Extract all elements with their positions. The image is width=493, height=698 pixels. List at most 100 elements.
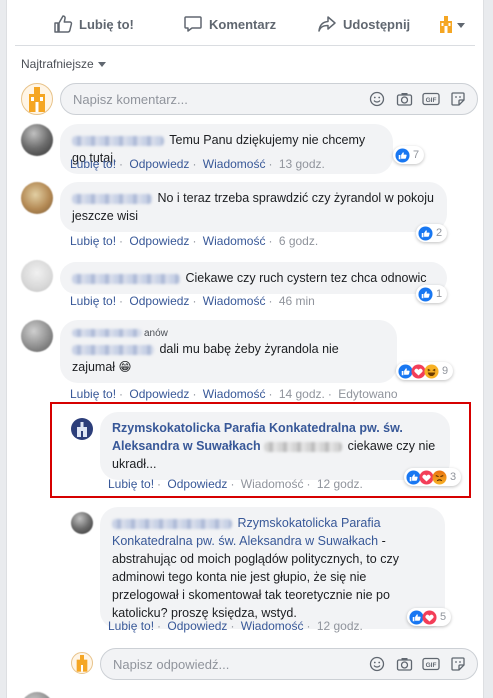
- reaction-summary[interactable]: 9: [396, 362, 454, 380]
- composer-tools: GIF: [368, 655, 467, 673]
- reaction-summary[interactable]: 3: [404, 468, 462, 486]
- commenter-avatar[interactable]: [21, 692, 53, 698]
- reply-like-link[interactable]: Lubię to!: [108, 619, 154, 633]
- reply-bubble: Rzymskokatolicka Parafia Konkatedralna p…: [100, 507, 445, 629]
- reaction-summary[interactable]: 2: [416, 224, 448, 242]
- comment-like-link[interactable]: Lubię to!: [70, 294, 116, 308]
- comment-input[interactable]: Napisz komentarz... GIF: [60, 83, 478, 115]
- comment-text: Ciekawe czy ruch cystern tez chca odnowi…: [185, 271, 427, 285]
- commenter-name-blurred[interactable]: [72, 344, 154, 355]
- reaction-summary[interactable]: 7: [393, 146, 425, 164]
- reaction-count: 2: [436, 227, 443, 239]
- svg-text:GIF: GIF: [426, 662, 437, 669]
- comment-bubble: anów dali mu babę żeby żyrandola nie zaj…: [60, 320, 397, 383]
- church-logo-icon: [29, 87, 45, 112]
- gif-icon[interactable]: GIF: [422, 655, 440, 673]
- mentioned-name-blurred[interactable]: [264, 441, 343, 452]
- page-avatar: [71, 652, 93, 674]
- love-reaction-icon: [422, 609, 437, 625]
- comment-time[interactable]: 14 godz.: [279, 387, 325, 401]
- comment-icon: [184, 16, 202, 32]
- sticker-icon[interactable]: [449, 90, 467, 108]
- commenter-name-blurred[interactable]: [72, 135, 164, 146]
- comment-time[interactable]: 6 godz.: [279, 234, 318, 248]
- like-button-label: Lubię to!: [79, 16, 134, 32]
- haha-reaction-icon: [424, 363, 439, 379]
- emoji-icon[interactable]: [368, 90, 386, 108]
- comment-meta: Lubię to! · Odpowiedz · Wiadomość · 13 godz…: [70, 157, 325, 171]
- comment-reply-link[interactable]: Odpowiedz: [129, 294, 189, 308]
- commenter-avatar[interactable]: [71, 512, 93, 534]
- commenter-name-blurred[interactable]: [112, 518, 232, 529]
- comment-input-placeholder: Napisz komentarz...: [73, 91, 188, 107]
- share-button-label: Udostępnij: [343, 16, 411, 32]
- reaction-summary[interactable]: 1: [416, 285, 448, 303]
- page-avatar: [21, 83, 53, 115]
- comment-like-link[interactable]: Lubię to!: [70, 234, 116, 248]
- comment-button[interactable]: Komentarz: [183, 14, 276, 34]
- commenter-avatar[interactable]: [21, 320, 53, 352]
- reply-reply-link[interactable]: Odpowiedz: [167, 619, 227, 633]
- emoji-icon[interactable]: [368, 655, 386, 673]
- page-avatar[interactable]: [71, 418, 93, 440]
- sort-label: Najtrafniejsze: [21, 57, 94, 71]
- comment-like-link[interactable]: Lubię to!: [70, 387, 116, 401]
- reply-time[interactable]: 12 godz.: [317, 619, 363, 633]
- reply-bubble: Rzymskokatolicka Parafia Konkatedralna p…: [100, 412, 450, 480]
- comment-meta: Lubię to! · Odpowiedz · Wiadomość · 6 godz.: [70, 234, 319, 248]
- reply-input[interactable]: Napisz odpowiedź... GIF: [100, 648, 478, 680]
- commenter-name-row: anów: [72, 327, 385, 340]
- comment-reply-link[interactable]: Odpowiedz: [129, 157, 189, 171]
- comment-edited-label[interactable]: Edytowano: [338, 387, 397, 401]
- commenter-name-suffix: anów: [144, 328, 168, 339]
- comment-message-link[interactable]: Wiadomość: [203, 234, 266, 248]
- comment-reply-link[interactable]: Odpowiedz: [129, 387, 189, 401]
- comment-reply-link[interactable]: Odpowiedz: [129, 234, 189, 248]
- camera-icon[interactable]: [395, 90, 413, 108]
- page-selector[interactable]: [439, 16, 465, 34]
- comment-message-link[interactable]: Wiadomość: [203, 157, 266, 171]
- reply-time[interactable]: 12 godz.: [317, 477, 363, 491]
- comment-time[interactable]: 13 godz.: [279, 157, 325, 171]
- comment-bubble: No i teraz trzeba sprawdzić czy żyrandol…: [60, 182, 447, 232]
- reaction-summary[interactable]: 5: [407, 608, 452, 626]
- reaction-count: 3: [450, 471, 457, 483]
- angry-reaction-icon: [432, 469, 447, 485]
- reply-meta: Lubię to! · Odpowiedz · Wiadomość · 12 godz…: [108, 619, 363, 633]
- commenter-avatar[interactable]: [21, 182, 53, 214]
- thumbs-up-icon: [54, 15, 73, 33]
- reply-like-link[interactable]: Lubię to!: [108, 477, 154, 491]
- chevron-down-icon: [457, 22, 465, 28]
- composer-tools: GIF: [368, 90, 467, 108]
- reply-message-link[interactable]: Wiadomość: [241, 619, 304, 633]
- commenter-name-blurred[interactable]: [72, 273, 180, 284]
- comment-message-link[interactable]: Wiadomość: [203, 387, 266, 401]
- church-logo-icon: [440, 16, 452, 33]
- reaction-count: 9: [442, 365, 449, 377]
- comment-sort-dropdown[interactable]: Najtrafniejsze: [21, 57, 106, 71]
- comment-time[interactable]: 46 min: [279, 294, 315, 308]
- reply-message-link[interactable]: Wiadomość: [241, 477, 304, 491]
- like-button[interactable]: Lubię to!: [53, 14, 134, 34]
- comment-like-link[interactable]: Lubię to!: [70, 157, 116, 171]
- gif-icon[interactable]: GIF: [422, 90, 440, 108]
- commenter-name-blurred[interactable]: [72, 329, 142, 338]
- comment-meta: Lubię to! · Odpowiedz · Wiadomość · 14 godz…: [70, 387, 398, 401]
- like-reaction-icon: [418, 225, 433, 241]
- church-logo-icon: [77, 422, 87, 437]
- commenter-avatar[interactable]: [21, 260, 53, 292]
- reaction-count: 5: [440, 611, 447, 623]
- share-arrow-icon: [318, 16, 336, 32]
- share-button[interactable]: Udostępnij: [317, 14, 410, 34]
- sticker-icon[interactable]: [449, 655, 467, 673]
- commenter-avatar[interactable]: [21, 124, 53, 156]
- camera-icon[interactable]: [395, 655, 413, 673]
- comment-bubble: Ciekawe czy ruch cystern tez chca odnowi…: [60, 262, 447, 294]
- comment-meta: Lubię to! · Odpowiedz · Wiadomość · 46 min: [70, 294, 315, 308]
- commenter-name-blurred[interactable]: [72, 193, 152, 204]
- reply-reply-link[interactable]: Odpowiedz: [167, 477, 227, 491]
- comment-message-link[interactable]: Wiadomość: [203, 294, 266, 308]
- church-logo-icon: [76, 655, 88, 672]
- reply-meta: Lubię to! · Odpowiedz · Wiadomość · 12 godz…: [108, 477, 363, 491]
- like-reaction-icon: [418, 286, 433, 302]
